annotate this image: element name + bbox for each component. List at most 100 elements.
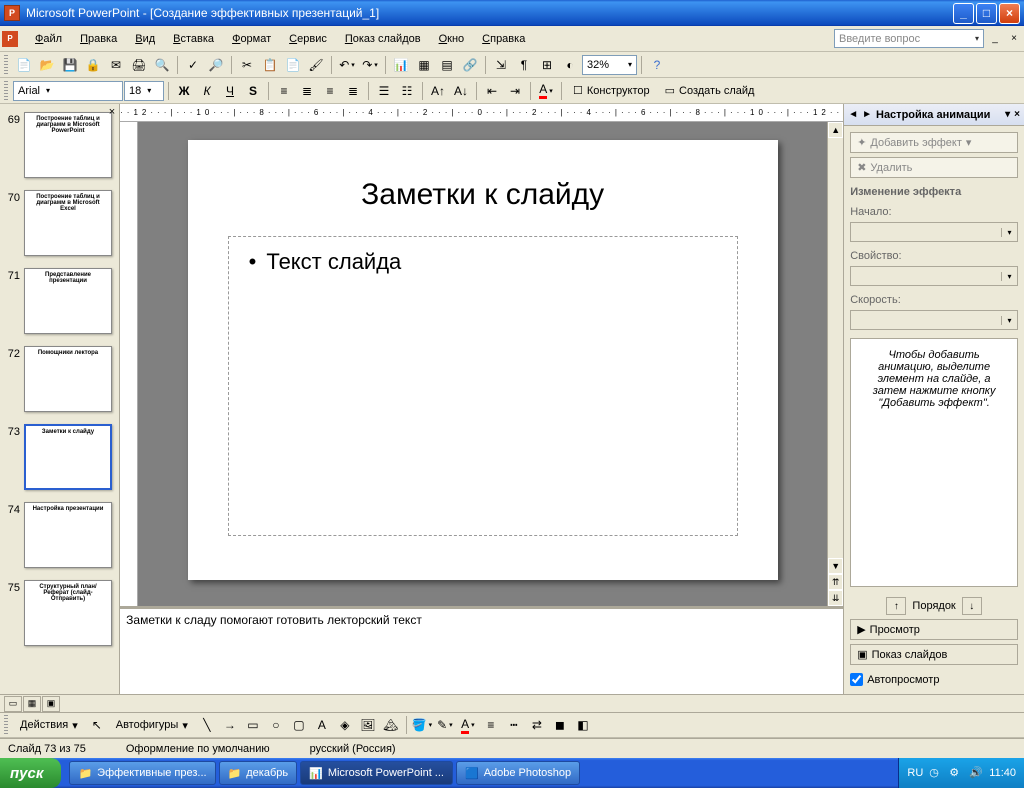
close-button[interactable]: × (999, 3, 1020, 24)
menu-Правка[interactable]: Правка (71, 30, 126, 48)
slide-body-placeholder[interactable]: Текст слайда (228, 236, 738, 536)
tray-icon[interactable]: 🔊 (969, 766, 983, 780)
expand-all-button[interactable]: ⇲ (490, 54, 512, 76)
format-painter-button[interactable]: 🖌 (305, 54, 327, 76)
menu-Вид[interactable]: Вид (126, 30, 164, 48)
decrease-font-button[interactable]: A↓ (450, 80, 472, 102)
next-slide-button[interactable]: ⇊ (828, 590, 843, 606)
menu-Показ слайдов[interactable]: Показ слайдов (336, 30, 430, 48)
close-pane-icon[interactable]: × (109, 106, 115, 118)
taskbar-button[interactable]: 📊Microsoft PowerPoint ... (300, 761, 453, 785)
system-tray[interactable]: RU ◷ ⚙ 🔊 11:40 (898, 758, 1024, 788)
slide-thumbnail[interactable]: Представление презентации (24, 268, 112, 334)
scroll-down-button[interactable]: ▼ (828, 558, 843, 574)
spellcheck-button[interactable]: ✓ (182, 54, 204, 76)
slide-canvas[interactable]: Заметки к слайду Текст слайда (138, 122, 827, 606)
maximize-button[interactable]: □ (976, 3, 997, 24)
add-effect-button[interactable]: ✦ Добавить эффект ▾ (850, 132, 1018, 153)
align-right-button[interactable]: ≡ (319, 80, 341, 102)
move-up-button[interactable]: ↑ (886, 597, 906, 615)
slideshow-view-button[interactable]: ▣ (42, 696, 60, 712)
slide-thumbnail[interactable]: Структурный план/Реферат (слайд-Отправит… (24, 580, 112, 646)
align-center-button[interactable]: ≣ (296, 80, 318, 102)
taskbar-button[interactable]: 📁Эффективные през... (69, 761, 215, 785)
font-size-combo[interactable]: 18▾ (124, 81, 164, 101)
slide-bullet-text[interactable]: Текст слайда (249, 249, 717, 275)
taskbar-button[interactable]: 🟦Adobe Photoshop (456, 761, 580, 785)
move-down-button[interactable]: ↓ (962, 597, 982, 615)
toolbar-grip[interactable] (4, 55, 8, 75)
menu-Окно[interactable]: Окно (430, 30, 474, 48)
slide-thumbnail[interactable]: Заметки к слайду (24, 424, 112, 490)
mdi-close-button[interactable]: × (1006, 32, 1022, 46)
font-color-button[interactable]: A (535, 80, 557, 102)
slideshow-button[interactable]: ▣ Показ слайдов (850, 644, 1018, 665)
start-select[interactable]: ▾ (850, 222, 1018, 242)
autoshapes-button[interactable]: Автофигуры ▾ (109, 714, 195, 736)
new-slide-button[interactable]: ▭ Создать слайд (658, 80, 762, 102)
slide-design-button[interactable]: ☐ Конструктор (566, 80, 657, 102)
insert-hyperlink-button[interactable]: 🔗 (459, 54, 481, 76)
scroll-up-button[interactable]: ▲ (828, 122, 843, 138)
slide-thumbnail[interactable]: Настройка презентации (24, 502, 112, 568)
toolbar-grip[interactable] (4, 715, 8, 735)
slide-thumbnail[interactable]: Построение таблиц и диаграмм в Microsoft… (24, 112, 112, 178)
align-left-button[interactable]: ≡ (273, 80, 295, 102)
arrow-button[interactable]: → (219, 714, 241, 736)
show-grid-button[interactable]: ⊞ (536, 54, 558, 76)
bold-button[interactable]: Ж (173, 80, 195, 102)
taskpane-close-icon[interactable]: × (1014, 109, 1020, 120)
dash-style-button[interactable]: ┅ (503, 714, 525, 736)
speed-select[interactable]: ▾ (850, 310, 1018, 330)
clipart-button[interactable]: 🖼 (357, 714, 379, 736)
rectangle-button[interactable]: ▭ (242, 714, 264, 736)
shadow-style-button[interactable]: ◼ (549, 714, 571, 736)
line-style-button[interactable]: ≡ (480, 714, 502, 736)
mdi-minimize-button[interactable]: _ (987, 32, 1003, 46)
open-button[interactable]: 📂 (36, 54, 58, 76)
minimize-button[interactable]: _ (953, 3, 974, 24)
redo-button[interactable]: ↷ (359, 54, 381, 76)
normal-view-button[interactable]: ▭ (4, 696, 22, 712)
insert-table-button[interactable]: ▦ (413, 54, 435, 76)
menu-Сервис[interactable]: Сервис (280, 30, 336, 48)
research-button[interactable]: 🔎 (205, 54, 227, 76)
show-formatting-button[interactable]: ¶ (513, 54, 535, 76)
taskpane-fwd-icon[interactable]: ► (862, 109, 872, 120)
taskpane-back-icon[interactable]: ◄ (848, 109, 858, 120)
tray-language[interactable]: RU (907, 767, 923, 779)
slide[interactable]: Заметки к слайду Текст слайда (188, 140, 778, 580)
slide-thumbnail-pane[interactable]: × 69Построение таблиц и диаграмм в Micro… (0, 104, 120, 694)
help-button[interactable]: ? (646, 54, 668, 76)
textbox-button[interactable]: ▢ (288, 714, 310, 736)
line-button[interactable]: ╲ (196, 714, 218, 736)
insert-chart-button[interactable]: 📊 (390, 54, 412, 76)
menu-Вставка[interactable]: Вставка (164, 30, 223, 48)
menu-Формат[interactable]: Формат (223, 30, 280, 48)
cut-button[interactable]: ✂ (236, 54, 258, 76)
line-color-button[interactable]: ✎ (434, 714, 456, 736)
font-color-button-2[interactable]: A (457, 714, 479, 736)
menu-Файл[interactable]: Файл (26, 30, 71, 48)
tray-icon[interactable]: ⚙ (949, 766, 963, 780)
align-justify-button[interactable]: ≣ (342, 80, 364, 102)
taskbar-button[interactable]: 📁декабрь (219, 761, 298, 785)
sorter-view-button[interactable]: ▦ (23, 696, 41, 712)
insert-picture-button[interactable]: 🏔 (380, 714, 402, 736)
oval-button[interactable]: ○ (265, 714, 287, 736)
tables-borders-button[interactable]: ▤ (436, 54, 458, 76)
underline-button[interactable]: Ч (219, 80, 241, 102)
permission-button[interactable]: 🔒 (82, 54, 104, 76)
new-button[interactable]: 📄 (13, 54, 35, 76)
italic-button[interactable]: К (196, 80, 218, 102)
taskpane-menu-icon[interactable]: ▾ (1005, 109, 1010, 120)
preview-button[interactable]: ▶ Просмотр (850, 619, 1018, 640)
decrease-indent-button[interactable]: ⇤ (481, 80, 503, 102)
font-combo[interactable]: Arial▾ (13, 81, 123, 101)
slide-thumbnail[interactable]: Помощники лектора (24, 346, 112, 412)
bullets-button[interactable]: ☷ (396, 80, 418, 102)
copy-button[interactable]: 📋 (259, 54, 281, 76)
toolbar-grip[interactable] (4, 81, 8, 101)
doc-icon[interactable]: P (2, 31, 18, 47)
email-button[interactable]: ✉ (105, 54, 127, 76)
